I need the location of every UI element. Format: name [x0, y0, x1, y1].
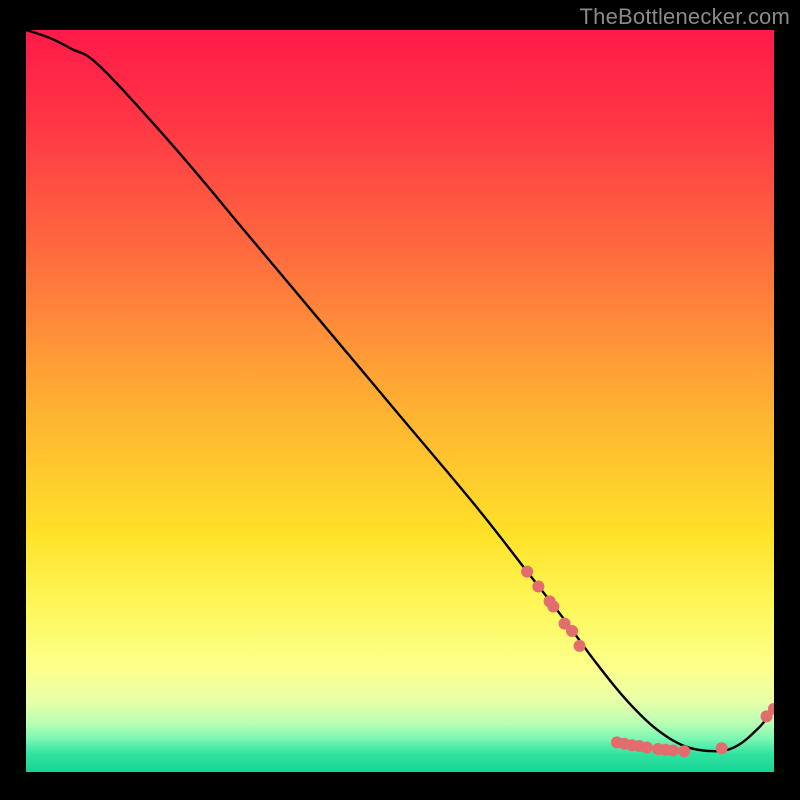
chart-svg [26, 30, 774, 772]
chart-stage: TheBottlenecker.com [0, 0, 800, 800]
gradient-background [26, 30, 774, 772]
data-marker [678, 745, 690, 757]
data-marker [641, 742, 653, 754]
data-marker [547, 601, 559, 613]
data-marker [716, 742, 728, 754]
data-marker [532, 581, 544, 593]
data-marker [667, 744, 679, 756]
data-marker [574, 640, 586, 652]
data-marker [566, 625, 578, 637]
plot-area [26, 30, 774, 772]
data-marker [521, 566, 533, 578]
attribution-text: TheBottlenecker.com [580, 4, 790, 30]
